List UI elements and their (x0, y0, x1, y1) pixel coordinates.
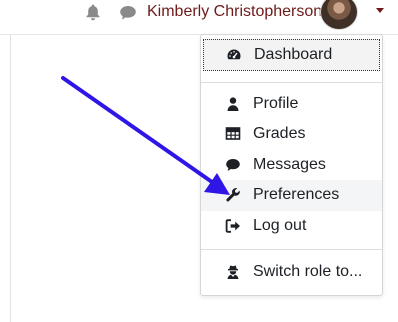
chat-bubble-icon[interactable] (119, 5, 137, 21)
top-navbar: Kimberly Christopherson (0, 0, 398, 35)
menu-item-label: Messages (253, 156, 326, 173)
caret-down-icon[interactable] (376, 8, 384, 13)
content-border (10, 35, 11, 322)
menu-item-label: Grades (253, 125, 306, 142)
table-icon (225, 126, 241, 142)
menu-divider (201, 249, 382, 250)
dashboard-gauge-icon (226, 47, 242, 63)
menu-item-switch-role[interactable]: Switch role to... (201, 257, 382, 288)
menu-item-label: Profile (253, 95, 299, 112)
comment-icon (225, 157, 241, 173)
menu-item-log-out[interactable]: Log out (201, 211, 382, 242)
menu-item-label: Dashboard (254, 46, 333, 63)
menu-divider (201, 82, 382, 83)
menu-item-label: Preferences (253, 186, 340, 203)
user-secret-icon (225, 264, 241, 280)
user-name[interactable]: Kimberly Christopherson (147, 2, 322, 22)
menu-item-profile[interactable]: Profile (201, 89, 382, 120)
bell-icon[interactable] (84, 3, 102, 21)
menu-item-messages[interactable]: Messages (201, 150, 382, 181)
menu-item-label: Switch role to... (253, 263, 363, 280)
user-icon (225, 96, 241, 112)
user-menu-dropdown: Dashboard Profile Grades Messages Prefer… (200, 34, 383, 296)
menu-item-label: Log out (253, 217, 307, 234)
wrench-icon (225, 187, 241, 203)
menu-item-dashboard[interactable]: Dashboard (203, 39, 380, 71)
menu-item-grades[interactable]: Grades (201, 119, 382, 150)
sign-out-icon (225, 218, 241, 234)
menu-item-preferences[interactable]: Preferences (201, 180, 382, 211)
avatar[interactable] (320, 0, 358, 30)
